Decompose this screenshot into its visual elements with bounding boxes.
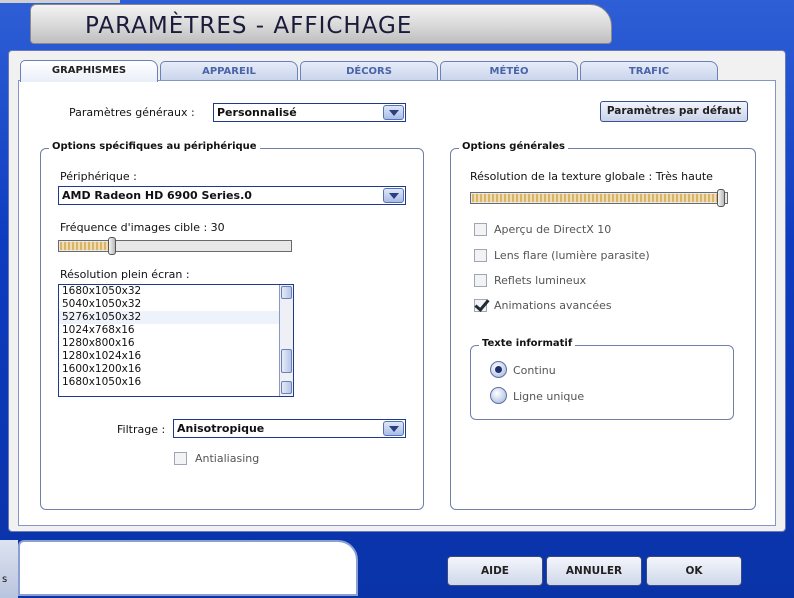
- resolution-list-item[interactable]: 5040x1050x32: [59, 298, 279, 311]
- resolution-list-item[interactable]: 1280x1024x16: [59, 350, 279, 363]
- advanced-animations-checkbox[interactable]: [474, 299, 487, 312]
- advanced-animations-label: Animations avancées: [494, 299, 612, 312]
- filter-select[interactable]: Anisotropique: [173, 419, 406, 438]
- resolution-list-item[interactable]: 1024x768x16: [59, 324, 279, 337]
- tab-trafic[interactable]: TRAFIC: [580, 61, 718, 81]
- glare-label: Reflets lumineux: [494, 274, 587, 287]
- chevron-down-icon[interactable]: [383, 105, 404, 120]
- texture-label: Résolution de la texture globale : Très …: [470, 170, 713, 183]
- scroll-up-icon[interactable]: [281, 286, 292, 299]
- cancel-button[interactable]: ANNULER: [546, 556, 642, 586]
- antialiasing-label: Antialiasing: [195, 452, 260, 465]
- antialiasing-checkbox[interactable]: [174, 452, 187, 465]
- framerate-label: Fréquence d'images cible : 30: [60, 221, 225, 234]
- scroll-thumb[interactable]: [281, 349, 292, 373]
- glare-checkbox[interactable]: [474, 274, 487, 287]
- framerate-fill: [60, 242, 111, 250]
- device-select[interactable]: AMD Radeon HD 6900 Series.0: [58, 186, 406, 205]
- default-settings-button[interactable]: Paramètres par défaut: [600, 101, 748, 122]
- chevron-down-icon[interactable]: [383, 188, 404, 203]
- general-options-caption: Options générales: [459, 141, 568, 152]
- general-settings-label: Paramètres généraux :: [69, 106, 195, 119]
- framerate-slider[interactable]: [58, 237, 292, 255]
- resolution-scrollbar[interactable]: [279, 285, 293, 396]
- status-box: [18, 540, 358, 596]
- texture-slider[interactable]: [470, 189, 728, 207]
- resolution-list-item[interactable]: 1680x1050x32: [59, 285, 279, 298]
- resolution-list-item[interactable]: 1680x1050x16: [59, 376, 279, 389]
- resolution-list-item[interactable]: 1600x1200x16: [59, 363, 279, 376]
- texture-thumb[interactable]: [717, 189, 725, 207]
- resolution-list[interactable]: 1680x1050x32 5040x1050x32 5276x1050x32 1024…: [58, 284, 294, 397]
- filter-value: Anisotropique: [177, 422, 265, 435]
- window-title: PARAMÈTRES - AFFICHAGE: [85, 13, 413, 39]
- resolution-list-item[interactable]: 1280x800x16: [59, 337, 279, 350]
- left-edge-strip: s: [0, 540, 18, 598]
- ok-button[interactable]: OK: [646, 556, 742, 586]
- tab-decors[interactable]: DÉCORS: [300, 61, 438, 81]
- directx10-checkbox[interactable]: [474, 223, 487, 236]
- chevron-down-icon[interactable]: [383, 421, 404, 436]
- general-settings-value: Personnalisé: [217, 106, 297, 119]
- left-edge-text: s: [2, 574, 8, 585]
- filter-label: Filtrage :: [117, 423, 166, 436]
- directx10-label: Aperçu de DirectX 10: [494, 223, 612, 236]
- title-bar: PARAMÈTRES - AFFICHAGE: [30, 4, 612, 44]
- info-text-group: Texte informatif: [470, 338, 734, 420]
- continuous-radio[interactable]: [490, 361, 507, 378]
- framerate-thumb[interactable]: [108, 237, 116, 255]
- tab-appareil[interactable]: APPAREIL: [160, 61, 298, 81]
- general-settings-select[interactable]: Personnalisé: [213, 103, 406, 122]
- device-value: AMD Radeon HD 6900 Series.0: [62, 189, 252, 202]
- resolution-rows: 1680x1050x32 5040x1050x32 5276x1050x32 1024…: [59, 285, 293, 389]
- device-options-caption: Options spécifiques au périphérique: [49, 141, 260, 152]
- tab-meteo[interactable]: MÉTÉO: [440, 61, 578, 81]
- resolution-list-item[interactable]: 5276x1050x32: [59, 311, 279, 324]
- single-line-radio[interactable]: [490, 387, 507, 404]
- info-text-caption: Texte informatif: [479, 338, 576, 349]
- resolution-label: Résolution plein écran :: [60, 268, 190, 281]
- device-label: Périphérique :: [60, 170, 137, 183]
- scroll-down-icon[interactable]: [281, 381, 292, 394]
- lens-flare-label: Lens flare (lumière parasite): [494, 249, 650, 262]
- single-line-label: Ligne unique: [513, 390, 585, 403]
- continuous-label: Continu: [513, 364, 556, 377]
- texture-fill: [472, 194, 720, 202]
- tab-graphismes[interactable]: GRAPHISMES: [20, 60, 158, 82]
- lens-flare-checkbox[interactable]: [474, 249, 487, 262]
- help-button[interactable]: AIDE: [447, 556, 543, 586]
- top-edge: [0, 0, 120, 3]
